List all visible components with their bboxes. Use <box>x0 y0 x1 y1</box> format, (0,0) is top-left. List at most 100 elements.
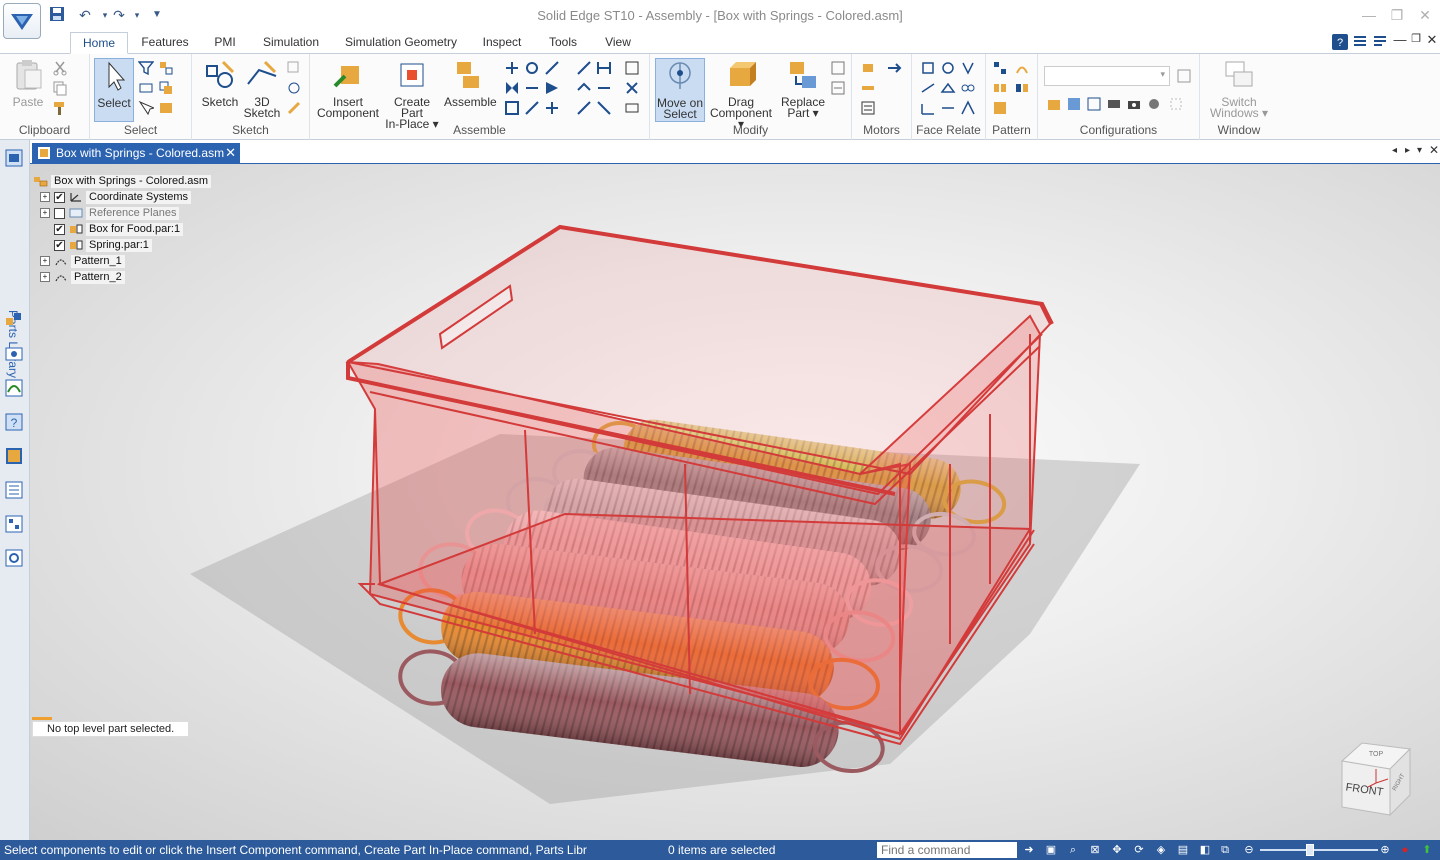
configuration-6-icon[interactable] <box>1146 96 1162 112</box>
pan-icon[interactable]: ✥ <box>1110 843 1124 857</box>
tab-list-icon[interactable]: ▾ <box>1417 145 1422 156</box>
format-painter-icon[interactable] <box>52 100 68 116</box>
move-on-select-button[interactable]: Move on Select <box>655 58 705 122</box>
doc-close-button[interactable]: ✕ <box>1424 32 1440 48</box>
upload-icon[interactable]: ⬆ <box>1420 843 1434 857</box>
record-icon[interactable]: ● <box>1398 843 1412 857</box>
sketch-pencil-icon[interactable] <box>286 100 302 116</box>
application-menu-button[interactable] <box>3 3 41 39</box>
tab-scroll-right-icon[interactable]: ▸ <box>1405 145 1410 156</box>
tab-simulation[interactable]: Simulation <box>256 32 326 54</box>
create-part-in-place-button[interactable]: Create Part In-Place ▾ <box>382 58 442 130</box>
close-all-tabs-icon[interactable]: ✕ <box>1429 143 1439 157</box>
pattern-1-icon[interactable] <box>992 60 1008 76</box>
reports-icon[interactable] <box>4 480 24 500</box>
face-relate-8-icon[interactable] <box>940 100 956 116</box>
motor-icon[interactable] <box>860 60 876 76</box>
face-relate-7-icon[interactable] <box>920 100 936 116</box>
configuration-2-icon[interactable] <box>1066 96 1082 112</box>
simulate-motor-icon[interactable] <box>886 60 902 76</box>
face-relate-5-icon[interactable] <box>940 80 956 96</box>
3d-sketch-button[interactable]: 3D Sketch <box>242 58 282 119</box>
tree-item-reference-planes[interactable]: + Reference Planes <box>40 206 180 220</box>
doc-restore-button[interactable]: ❐ <box>1408 32 1424 48</box>
visibility-checkbox[interactable]: ✔ <box>54 191 65 203</box>
assembly-tools-1-icon[interactable] <box>624 60 640 76</box>
tab-features[interactable]: Features <box>136 32 194 54</box>
layers-icon[interactable] <box>4 344 24 364</box>
parts-library-icon[interactable] <box>4 148 24 168</box>
zoom-slider-thumb[interactable] <box>1306 844 1314 856</box>
relate-4-icon[interactable] <box>504 80 520 96</box>
select-tools-dock-icon[interactable] <box>4 514 24 534</box>
color-manager-icon[interactable] <box>4 446 24 466</box>
paste-button[interactable]: Paste <box>8 58 48 108</box>
face-relate-3-icon[interactable] <box>960 60 976 76</box>
visibility-checkbox[interactable]: ✔ <box>54 223 65 235</box>
switch-windows-button[interactable]: Switch Windows ▾ <box>1204 58 1274 119</box>
tree-item-box-for-food[interactable]: ✔ Box for Food.par:1 <box>54 222 184 236</box>
relate-12-icon[interactable] <box>576 80 592 96</box>
display-settings-icon[interactable]: ⧉ <box>1218 843 1232 857</box>
section-view-icon[interactable]: ◧ <box>1198 843 1212 857</box>
pattern-3-icon[interactable] <box>992 80 1008 96</box>
assembly-tools-3-icon[interactable] <box>624 100 640 116</box>
select-button[interactable]: Select <box>94 58 134 122</box>
expand-icon[interactable]: + <box>40 208 50 218</box>
doc-minimize-button[interactable]: — <box>1392 32 1408 48</box>
sketch-view-icon[interactable] <box>286 60 302 76</box>
expand-icon[interactable]: + <box>40 272 50 282</box>
configuration-7-icon[interactable] <box>1168 96 1184 112</box>
configuration-4-icon[interactable] <box>1106 96 1122 112</box>
tab-inspect[interactable]: Inspect <box>476 32 528 54</box>
replace-part-button[interactable]: Replace Part ▾ <box>778 58 828 119</box>
relate-1-icon[interactable] <box>504 60 520 76</box>
tree-item-pattern-1[interactable]: + Pattern_1 <box>40 254 125 268</box>
modify-tool-1-icon[interactable] <box>830 60 846 76</box>
relate-14-icon[interactable] <box>576 100 592 116</box>
display-configuration-icon[interactable] <box>1046 96 1062 112</box>
tab-view[interactable]: View <box>598 32 638 54</box>
sensors-icon[interactable] <box>4 378 24 398</box>
zoom-in-out-icon[interactable]: ⊠ <box>1088 843 1102 857</box>
configuration-manager-icon[interactable] <box>1176 68 1192 84</box>
hide-component-icon[interactable] <box>158 100 174 116</box>
sketch-button[interactable]: Sketch <box>200 58 240 108</box>
close-document-icon[interactable]: ✕ <box>225 143 236 163</box>
select-filter-icon[interactable] <box>138 60 154 76</box>
select-set-icon[interactable] <box>158 80 174 96</box>
expand-icon[interactable]: + <box>40 256 50 266</box>
expand-icon[interactable]: + <box>40 192 50 202</box>
camera-icon[interactable] <box>1126 96 1142 112</box>
insert-component-button[interactable]: Insert Component <box>316 58 380 119</box>
pattern-4-icon[interactable] <box>1014 80 1030 96</box>
find-go-icon[interactable]: ➜ <box>1022 843 1036 857</box>
tab-home[interactable]: Home <box>70 32 128 54</box>
motor-tool-2-icon[interactable] <box>860 80 876 96</box>
rotate-icon[interactable]: ⟳ <box>1132 843 1146 857</box>
ribbon-layout-icon[interactable] <box>1372 34 1388 50</box>
document-tab[interactable]: Box with Springs - Colored.asm ✕ <box>32 143 240 163</box>
relate-11-icon[interactable] <box>596 60 612 76</box>
relate-9-icon[interactable] <box>544 100 560 116</box>
project-to-sketch-icon[interactable] <box>286 80 302 96</box>
tab-simulation-geometry[interactable]: Simulation Geometry <box>340 32 462 54</box>
relate-5-icon[interactable] <box>524 80 540 96</box>
relate-6-icon[interactable] <box>544 80 560 96</box>
pathfinder-icon[interactable] <box>4 310 24 330</box>
zoom-out-icon[interactable]: ⊖ <box>1242 843 1256 857</box>
relate-2-icon[interactable] <box>524 60 540 76</box>
tab-scroll-left-icon[interactable]: ◂ <box>1392 145 1397 156</box>
minimize-button[interactable]: — <box>1358 6 1380 24</box>
relate-7-icon[interactable] <box>504 100 520 116</box>
face-relate-9-icon[interactable] <box>960 100 976 116</box>
tree-item-coordinate-systems[interactable]: + ✔ Coordinate Systems <box>40 190 192 204</box>
copy-icon[interactable] <box>52 80 68 96</box>
view-cube[interactable]: FRONT TOP RIGHT <box>1332 739 1422 829</box>
motor-tool-3-icon[interactable] <box>860 100 876 116</box>
query-icon[interactable] <box>138 80 154 96</box>
face-relate-2-icon[interactable] <box>940 60 956 76</box>
find-command-input[interactable] <box>877 842 1017 858</box>
close-button[interactable]: ✕ <box>1414 6 1436 24</box>
drag-component-button[interactable]: Drag Component ▾ <box>706 58 776 130</box>
